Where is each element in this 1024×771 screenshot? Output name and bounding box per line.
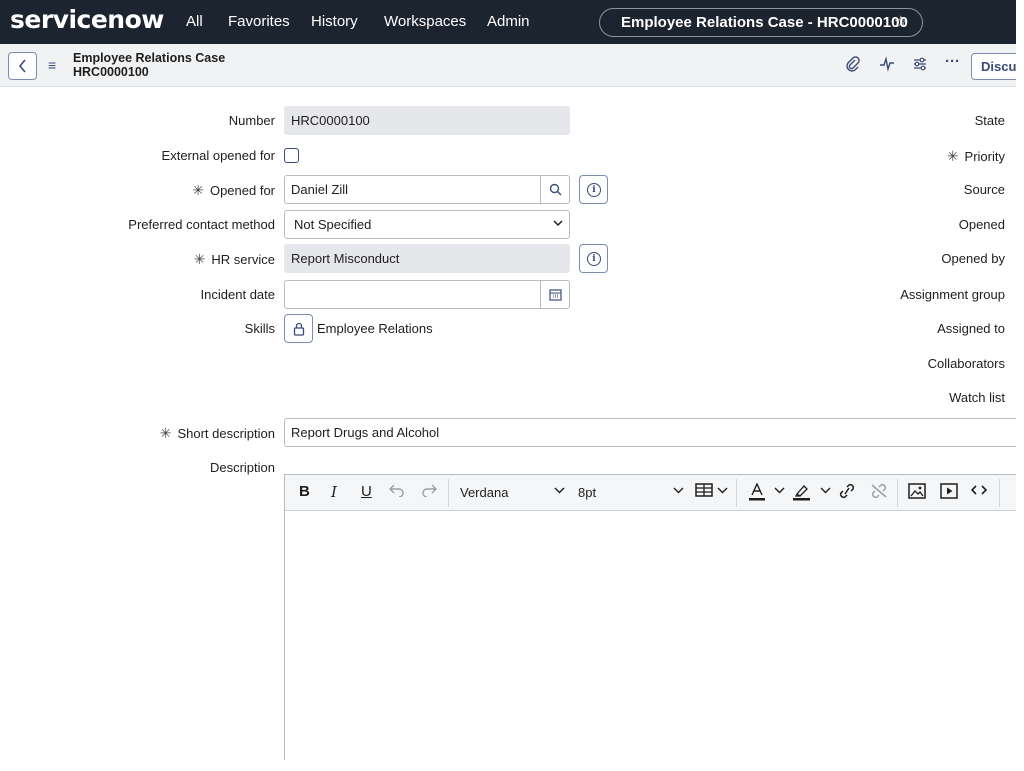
required-asterisk-icon: ✳ bbox=[946, 148, 959, 164]
attachment-icon[interactable] bbox=[846, 56, 860, 76]
case-title-type: Employee Relations Case bbox=[73, 51, 226, 65]
underline-icon[interactable]: U bbox=[361, 483, 372, 500]
insert-video-icon[interactable] bbox=[940, 483, 958, 503]
label-short-description: ✳ Short description bbox=[160, 425, 275, 442]
activity-icon[interactable] bbox=[879, 56, 895, 76]
case-title: Employee Relations Case HRC0000100 bbox=[73, 51, 225, 79]
record-context-pill[interactable]: Employee Relations Case - HRC0000100 ☆ bbox=[599, 8, 923, 37]
label-hr-service-text: HR service bbox=[211, 252, 275, 267]
nav-item-admin[interactable]: Admin bbox=[487, 13, 530, 30]
preferred-contact-method-value: Not Specified bbox=[294, 217, 372, 232]
toolbar-divider bbox=[999, 479, 1000, 507]
label-short-description-text: Short description bbox=[177, 426, 275, 441]
nav-item-workspaces[interactable]: Workspaces bbox=[384, 13, 466, 30]
skills-lock-button[interactable] bbox=[284, 314, 313, 343]
chevron-down-icon bbox=[553, 211, 563, 238]
bold-icon[interactable]: B bbox=[299, 483, 310, 500]
label-incident-date: Incident date bbox=[200, 287, 275, 302]
preferred-contact-method-select[interactable]: Not Specified bbox=[284, 210, 570, 239]
insert-image-icon[interactable] bbox=[908, 483, 926, 503]
info-icon: i bbox=[587, 183, 601, 197]
italic-icon[interactable]: I bbox=[331, 483, 337, 501]
page: servicenow All Favorites History Workspa… bbox=[0, 0, 1016, 760]
chevron-down-icon[interactable] bbox=[820, 485, 831, 497]
font-size-select[interactable]: 8pt bbox=[578, 485, 596, 500]
label-priority-text: Priority bbox=[964, 149, 1005, 164]
hr-service-field[interactable]: Report Misconduct bbox=[284, 244, 570, 273]
opened-for-input[interactable]: Daniel Zill bbox=[284, 175, 570, 204]
text-color-icon[interactable] bbox=[749, 482, 765, 505]
opened-for-value: Daniel Zill bbox=[291, 182, 349, 197]
opened-for-info-button[interactable]: i bbox=[579, 175, 608, 204]
chevron-down-icon[interactable] bbox=[554, 485, 565, 497]
required-asterisk-icon: ✳ bbox=[192, 182, 204, 198]
info-icon: i bbox=[587, 252, 601, 266]
undo-icon[interactable] bbox=[389, 483, 405, 501]
favorite-star-icon[interactable]: ☆ bbox=[894, 9, 908, 36]
unlink-icon[interactable] bbox=[870, 483, 888, 503]
skills-value: Employee Relations bbox=[317, 321, 433, 336]
context-menu-icon[interactable]: ≡ bbox=[48, 57, 56, 73]
label-preferred-contact-method: Preferred contact method bbox=[128, 217, 275, 232]
toolbar-divider bbox=[736, 479, 737, 507]
more-options-icon[interactable]: ··· bbox=[945, 53, 960, 70]
label-assigned-to: Assigned to bbox=[937, 321, 1005, 336]
required-asterisk-icon: ✳ bbox=[193, 251, 206, 267]
external-opened-for-checkbox[interactable] bbox=[284, 148, 299, 163]
nav-item-history[interactable]: History bbox=[311, 13, 358, 30]
editor-content-area[interactable] bbox=[285, 511, 1016, 760]
lock-icon bbox=[293, 322, 305, 336]
chevron-down-icon[interactable] bbox=[673, 485, 684, 497]
label-opened-for: ✳ Opened for bbox=[192, 182, 275, 199]
required-asterisk-icon: ✳ bbox=[159, 425, 172, 441]
label-collaborators: Collaborators bbox=[927, 356, 1005, 371]
chevron-down-icon[interactable] bbox=[774, 485, 785, 497]
label-state: State bbox=[974, 113, 1005, 128]
case-title-number: HRC0000100 bbox=[73, 65, 149, 79]
number-field[interactable]: HRC0000100 bbox=[284, 106, 570, 135]
source-code-icon[interactable] bbox=[970, 483, 988, 501]
table-icon[interactable] bbox=[695, 483, 713, 501]
label-number: Number bbox=[228, 113, 275, 128]
label-hr-service: ✳ HR service bbox=[194, 251, 275, 268]
hr-service-info-button[interactable]: i bbox=[579, 244, 608, 273]
short-description-input[interactable]: Report Drugs and Alcohol bbox=[284, 418, 1016, 447]
chevron-down-icon[interactable] bbox=[717, 485, 728, 497]
label-source: Source bbox=[963, 182, 1005, 197]
label-skills: Skills bbox=[244, 321, 275, 336]
calendar-icon[interactable] bbox=[540, 281, 569, 308]
personalize-form-icon[interactable] bbox=[912, 56, 928, 76]
toolbar-divider bbox=[448, 479, 449, 507]
back-button[interactable] bbox=[8, 52, 37, 80]
editor-toolbar: B I U Verdana 8pt bbox=[285, 475, 1016, 511]
label-priority: ✳ Priority bbox=[947, 148, 1005, 165]
chevron-left-icon bbox=[18, 59, 26, 73]
label-external-opened-for: External opened for bbox=[161, 148, 275, 163]
logo-text: servicenow bbox=[10, 5, 164, 34]
discuss-button[interactable]: Discuss bbox=[971, 53, 1016, 80]
search-icon[interactable] bbox=[540, 176, 569, 203]
redo-icon[interactable] bbox=[421, 483, 437, 501]
description-editor: B I U Verdana 8pt bbox=[284, 474, 1016, 760]
label-description: Description bbox=[209, 460, 275, 475]
nav-item-all[interactable]: All bbox=[186, 13, 203, 30]
incident-date-input[interactable] bbox=[284, 280, 570, 309]
label-opened-for-text: Opened for bbox=[209, 183, 275, 198]
label-opened: Opened bbox=[958, 217, 1005, 232]
record-context-label: Employee Relations Case - HRC0000100 bbox=[621, 14, 908, 31]
font-family-select[interactable]: Verdana bbox=[460, 485, 508, 500]
label-assignment-group: Assignment group bbox=[900, 287, 1005, 302]
label-opened-by: Opened by bbox=[941, 251, 1005, 266]
servicenow-logo[interactable]: servicenow bbox=[10, 5, 164, 34]
link-icon[interactable] bbox=[838, 483, 856, 503]
form-header: ≡ Employee Relations Case HRC0000100 ···… bbox=[0, 44, 1016, 87]
highlight-color-icon[interactable] bbox=[793, 483, 811, 505]
toolbar-divider bbox=[897, 479, 898, 507]
nav-item-favorites[interactable]: Favorites bbox=[228, 13, 290, 30]
label-watch-list: Watch list bbox=[949, 390, 1005, 405]
top-nav: servicenow All Favorites History Workspa… bbox=[0, 0, 1016, 44]
